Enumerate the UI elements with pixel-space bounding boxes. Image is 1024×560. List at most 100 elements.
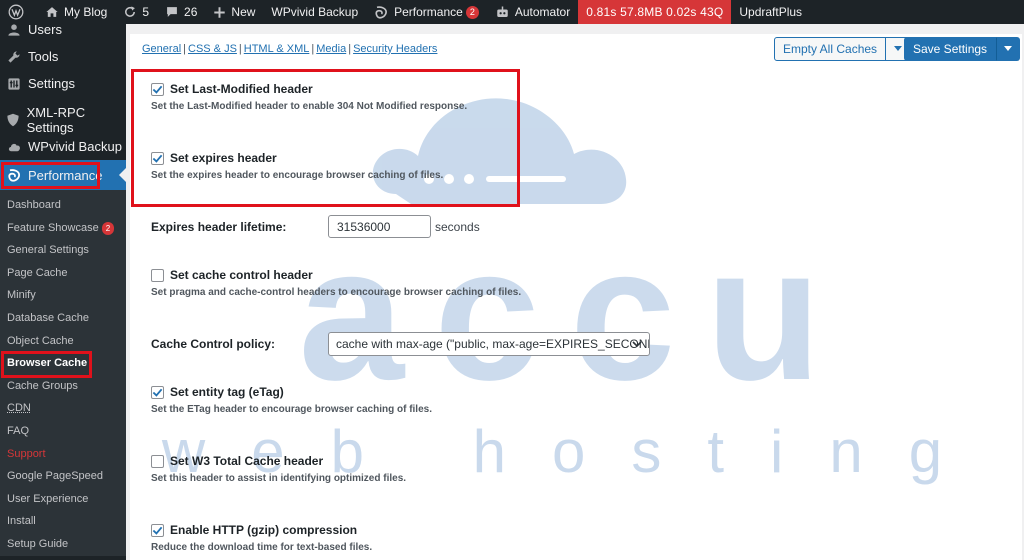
home-icon	[46, 7, 58, 17]
submenu-faq[interactable]: FAQ	[0, 420, 126, 443]
comments-count: 26	[184, 5, 198, 19]
submenu-cdn[interactable]: CDN	[0, 397, 126, 420]
submenu-user-experience[interactable]: User Experience	[0, 488, 126, 511]
wpvivid-backup-link[interactable]: WPvivid Backup	[263, 0, 366, 24]
menu-label: XML-RPC Settings	[26, 104, 86, 135]
last-modified-label: Set Last-Modified header	[170, 82, 313, 96]
menu-tools[interactable]: Tools	[0, 43, 126, 70]
submenu-label: Database Cache	[7, 311, 89, 324]
expires-header-checkbox[interactable]	[151, 151, 164, 165]
w3tc-icon	[6, 167, 22, 183]
tab-general[interactable]: General	[142, 43, 181, 55]
refresh-icon	[125, 6, 136, 17]
submenu-label: FAQ	[7, 424, 30, 437]
menu-performance[interactable]: Performance	[0, 160, 126, 190]
menu-settings[interactable]: Settings	[0, 70, 126, 97]
cache-control-checkbox[interactable]	[151, 268, 164, 282]
wrench-icon	[6, 49, 22, 65]
tab-media[interactable]: Media	[316, 43, 346, 55]
submenu-browser-cache[interactable]: Browser Cache	[0, 352, 126, 375]
menu-users[interactable]: Users	[0, 24, 126, 43]
gzip-checkbox[interactable]	[151, 523, 164, 537]
updraft-label: UpdraftPlus	[739, 5, 803, 19]
cloud-icon	[6, 139, 22, 155]
expires-header-description: Set the expires header to encourage brow…	[151, 170, 444, 181]
expires-lifetime-label: Expires header lifetime:	[151, 220, 287, 234]
submenu-label: Dashboard	[7, 199, 61, 211]
cache-control-policy-value: cache with max-age ("public, max-age=EXP…	[336, 337, 650, 351]
submenu-label: Minify	[7, 289, 36, 302]
submenu-label: Install	[7, 515, 36, 528]
tab-html-xml[interactable]: HTML & XML	[244, 43, 310, 55]
menu-label: Settings	[28, 76, 75, 91]
shield-icon	[6, 112, 21, 128]
menu-label: Tools	[28, 49, 59, 64]
updates-link[interactable]: 5	[115, 0, 157, 24]
cache-control-policy-select[interactable]: cache with max-age ("public, max-age=EXP…	[328, 332, 650, 356]
w3tc-icon	[375, 5, 388, 19]
caret-down-icon	[893, 46, 902, 51]
new-content-link[interactable]: New	[205, 0, 263, 24]
submenu-setup-guide[interactable]: Setup Guide	[0, 533, 126, 556]
gzip-label: Enable HTTP (gzip) compression	[170, 523, 358, 537]
query-monitor-stats[interactable]: 0.81s 57.8MB 0.02s 43Q	[578, 0, 732, 24]
checkmark-icon	[152, 388, 163, 397]
feature-showcase-badge: 2	[101, 221, 115, 235]
cache-control-description: Set pragma and cache-control headers to …	[151, 287, 522, 298]
menu-wpvivid-backup[interactable]: WPvivid Backup	[0, 133, 126, 160]
main-content: accu web hosting General | CSS & JS | HTML &…	[126, 24, 1024, 560]
automator-label: Automator	[514, 5, 571, 19]
robot-icon	[497, 6, 508, 17]
checkmark-icon	[152, 85, 163, 94]
wordpress-logo-icon[interactable]	[0, 0, 37, 24]
submenu-install[interactable]: Install	[0, 510, 126, 533]
automator-link[interactable]: Automator	[487, 0, 578, 24]
comments-link[interactable]: 26	[157, 0, 205, 24]
empty-all-caches-button[interactable]: Empty All Caches	[774, 37, 887, 61]
submenu-page-cache[interactable]: Page Cache	[0, 262, 126, 285]
submenu-label: Support	[7, 447, 46, 460]
tab-css-js[interactable]: CSS & JS	[188, 43, 237, 55]
expires-lifetime-input[interactable]: 31536000	[328, 215, 431, 238]
etag-label: Set entity tag (eTag)	[170, 385, 284, 399]
menu-xml-rpc-settings[interactable]: XML-RPC Settings	[0, 104, 126, 135]
submenu-dashboard[interactable]: Dashboard	[0, 194, 126, 217]
checkmark-icon	[152, 526, 163, 535]
option-etag: Set entity tag (eTag) Set the ETag heade…	[151, 385, 432, 415]
empty-caches-split-button: Empty All Caches	[774, 37, 911, 61]
performance-label: Performance	[394, 5, 463, 19]
updraftplus-link[interactable]: UpdraftPlus	[731, 0, 810, 24]
site-name: My Blog	[64, 5, 108, 19]
settings-tabs: General | CSS & JS | HTML & XML | Media | Securi…	[142, 43, 438, 55]
submenu-feature-showcase[interactable]: Feature Showcase 2	[0, 217, 126, 240]
save-settings-button[interactable]: Save Settings	[904, 37, 997, 61]
submenu-minify[interactable]: Minify	[0, 284, 126, 307]
submenu-general-settings[interactable]: General Settings	[0, 239, 126, 262]
performance-submenu: Dashboard Feature Showcase 2 General Sett…	[0, 190, 126, 556]
menu-label: WPvivid Backup	[28, 139, 122, 154]
w3tc-header-checkbox[interactable]	[151, 454, 164, 468]
last-modified-description: Set the Last-Modified header to enable 3…	[151, 101, 468, 112]
option-expires-header: Set expires header Set the expires heade…	[151, 151, 443, 181]
updates-count: 5	[142, 5, 150, 19]
submenu-object-cache[interactable]: Object Cache	[0, 330, 126, 353]
tab-security-headers[interactable]: Security Headers	[353, 43, 437, 55]
caret-down-icon	[1004, 46, 1013, 51]
submenu-label: General Settings	[7, 244, 89, 257]
save-settings-split-button: Save Settings	[904, 37, 1021, 61]
save-settings-dropdown-toggle[interactable]	[996, 37, 1021, 61]
etag-checkbox[interactable]	[151, 385, 164, 399]
plus-icon	[214, 6, 226, 18]
new-label: New	[231, 5, 256, 19]
submenu-label: Setup Guide	[7, 537, 69, 550]
submenu-label: CDN	[7, 402, 31, 415]
last-modified-checkbox[interactable]	[151, 82, 164, 96]
submenu-database-cache[interactable]: Database Cache	[0, 307, 126, 330]
performance-link[interactable]: Performance 2	[366, 0, 487, 24]
submenu-google-pagespeed[interactable]: Google PageSpeed	[0, 465, 126, 488]
site-name-link[interactable]: My Blog	[37, 0, 115, 24]
submenu-cache-groups[interactable]: Cache Groups	[0, 375, 126, 398]
submenu-support[interactable]: Support	[0, 443, 126, 466]
checkmark-icon	[152, 154, 163, 163]
users-icon	[6, 24, 22, 38]
